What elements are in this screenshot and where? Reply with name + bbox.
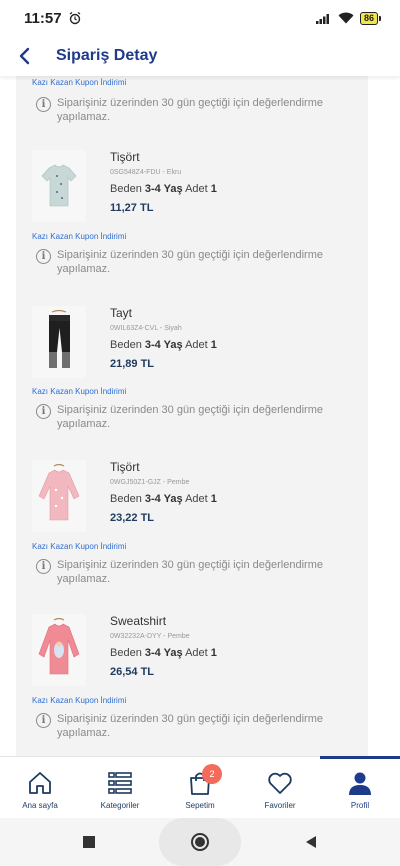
- coupon-discount-link[interactable]: Kazı Kazan Kupon İndirimi: [32, 232, 126, 241]
- product-size-qty: Beden 3-4 Yaş Adet 1: [110, 339, 217, 351]
- product-code: 0WGJ50Z1-GJZ - Pembe: [110, 479, 190, 486]
- product-image[interactable]: [32, 306, 86, 378]
- home-circle-icon: [190, 833, 209, 851]
- page-title: Sipariş Detay: [56, 47, 158, 64]
- info-icon: i: [36, 559, 51, 574]
- info-icon: i: [36, 713, 51, 728]
- system-nav-bar: [0, 818, 400, 866]
- nav-profile[interactable]: Profil: [320, 756, 400, 818]
- status-time: 11:57: [24, 10, 82, 27]
- product-name: Tişört: [110, 460, 140, 474]
- recents-icon[interactable]: [82, 835, 96, 849]
- status-icons: 86: [315, 11, 382, 25]
- app-header: Sipariş Detay: [0, 36, 400, 76]
- nav-label: Sepetim: [185, 801, 215, 810]
- tshirt-pink-icon: [32, 460, 86, 532]
- alarm-icon: [69, 11, 80, 25]
- nav-label: Ana sayfa: [22, 801, 58, 810]
- review-notice: i Siparişiniz üzerinden 30 gün geçtiği i…: [36, 403, 356, 431]
- info-icon: i: [36, 97, 51, 112]
- coupon-discount-link[interactable]: Kazı Kazan Kupon İndirimi: [32, 542, 126, 551]
- signal-icon: [315, 14, 329, 24]
- order-item[interactable]: Sweatshirt 0W32232A-DYY - Pembe Beden 3-…: [32, 614, 362, 686]
- nav-label: Favoriler: [264, 801, 296, 810]
- product-size-qty: Beden 3-4 Yaş Adet 1: [110, 493, 217, 505]
- sweatshirt-pink-icon: [32, 614, 86, 686]
- review-notice-text: Siparişiniz üzerinden 30 gün geçtiği içi…: [57, 713, 323, 739]
- product-price: 26,54 TL: [110, 666, 155, 678]
- clock-text: 11:57: [24, 9, 62, 27]
- review-notice: i Siparişiniz üzerinden 30 gün geçtiği i…: [36, 712, 356, 740]
- coupon-discount-link[interactable]: Kazı Kazan Kupon İndirimi: [32, 696, 126, 705]
- order-item[interactable]: Tişört 0WGJ50Z1-GJZ - Pembe Beden 3-4 Ya…: [32, 460, 362, 532]
- product-name: Tayt: [110, 306, 133, 320]
- info-icon: i: [36, 404, 51, 419]
- info-icon: i: [36, 249, 51, 264]
- user-icon: [349, 772, 371, 795]
- list-icon: [108, 772, 132, 794]
- nav-favorites[interactable]: Favoriler: [240, 757, 320, 818]
- product-code: 0WIL63Z4-CVL - Siyah: [110, 325, 182, 332]
- product-image[interactable]: [32, 150, 86, 222]
- product-name: Tişört: [110, 150, 140, 164]
- coupon-discount-link[interactable]: Kazı Kazan Kupon İndirimi: [32, 78, 126, 87]
- heart-icon: [268, 772, 292, 794]
- product-size-qty: Beden 3-4 Yaş Adet 1: [110, 647, 217, 659]
- product-image[interactable]: [32, 460, 86, 532]
- back-button[interactable]: [0, 36, 48, 76]
- nav-home[interactable]: Ana sayfa: [0, 757, 80, 818]
- nav-cart[interactable]: 2 Sepetim: [160, 757, 240, 818]
- review-notice-text: Siparişiniz üzerinden 30 gün geçtiği içi…: [57, 559, 323, 585]
- back-triangle-icon[interactable]: [304, 835, 318, 849]
- product-price: 23,22 TL: [110, 512, 155, 524]
- status-bar: 11:57 86: [0, 0, 400, 36]
- nav-label: Kategoriler: [100, 801, 140, 810]
- home-icon: [29, 772, 51, 794]
- home-button[interactable]: [158, 818, 241, 866]
- product-code: 0SG548Z4-FDU - Ekru: [110, 169, 182, 176]
- tshirt-ecru-icon: [32, 150, 86, 222]
- leggings-black-icon: [32, 306, 86, 378]
- product-size-qty: Beden 3-4 Yaş Adet 1: [110, 183, 217, 195]
- review-notice-text: Siparişiniz üzerinden 30 gün geçtiği içi…: [57, 97, 323, 123]
- cart-count-badge: 2: [202, 764, 222, 784]
- order-item[interactable]: Tayt 0WIL63Z4-CVL - Siyah Beden 3-4 Yaş …: [32, 306, 362, 378]
- product-price: 21,89 TL: [110, 358, 155, 370]
- product-price: 11,27 TL: [110, 202, 154, 214]
- product-name: Sweatshirt: [110, 614, 167, 628]
- coupon-discount-link[interactable]: Kazı Kazan Kupon İndirimi: [32, 387, 126, 396]
- product-image[interactable]: [32, 614, 86, 686]
- order-item[interactable]: Tişört 0SG548Z4-FDU - Ekru Beden 3-4 Yaş…: [32, 150, 362, 222]
- review-notice: i Siparişiniz üzerinden 30 gün geçtiği i…: [36, 558, 356, 586]
- product-code: 0W32232A-DYY - Pembe: [110, 633, 190, 640]
- review-notice-text: Siparişiniz üzerinden 30 gün geçtiği içi…: [57, 249, 323, 275]
- review-notice: i Siparişiniz üzerinden 30 gün geçtiği i…: [36, 248, 356, 276]
- battery-icon: 86: [359, 11, 382, 25]
- bottom-nav: Ana sayfa Kategoriler 2 Sepetim Favorile…: [0, 756, 400, 818]
- chevron-left-icon: [19, 47, 30, 65]
- order-detail-content[interactable]: Kazı Kazan Kupon İndirimi i Siparişiniz …: [0, 76, 400, 756]
- wifi-icon: [338, 12, 354, 24]
- review-notice-text: Siparişiniz üzerinden 30 gün geçtiği içi…: [57, 404, 323, 430]
- order-items-panel: Kazı Kazan Kupon İndirimi i Siparişiniz …: [16, 76, 368, 756]
- review-notice: i Siparişiniz üzerinden 30 gün geçtiği i…: [36, 96, 356, 124]
- nav-label: Profil: [350, 801, 370, 810]
- nav-categories[interactable]: Kategoriler: [80, 757, 160, 818]
